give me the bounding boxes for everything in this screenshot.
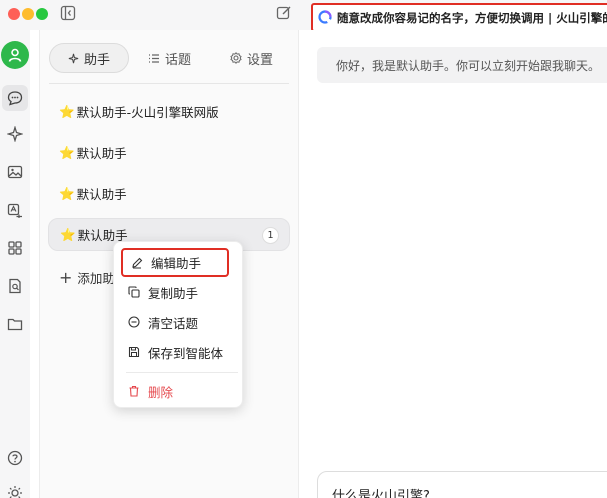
menu-item-label: 保存到智能体 — [148, 345, 224, 361]
conversation-title[interactable]: 随意改成你容易记的名字，方便切换调用 | 火山引擎的DeepSeek-R1 — [311, 3, 607, 32]
sun-icon — [8, 486, 22, 498]
menu-edit-assistant[interactable]: 编辑助手 — [121, 248, 229, 277]
greeting-text: 你好，我是默认助手。你可以立刻开始跟我聊天。 — [336, 58, 601, 73]
gear-icon — [230, 52, 242, 64]
grid-icon — [8, 241, 22, 255]
tab-topics[interactable]: 话题 — [148, 43, 191, 73]
minus-circle-icon — [128, 316, 140, 328]
add-assistant-label: 添加助 — [77, 271, 115, 286]
maximize-window-button[interactable] — [36, 8, 48, 20]
menu-item-label: 清空话题 — [148, 315, 199, 331]
menu-item-label: 复制助手 — [148, 285, 199, 301]
help-icon — [7, 450, 23, 466]
topic-count-badge: 1 — [262, 227, 279, 244]
folder-icon — [7, 318, 23, 331]
chat-input[interactable]: 什么是火山引擎? — [317, 471, 607, 498]
tab-settings-label: 设置 — [247, 52, 274, 68]
user-icon — [8, 48, 22, 62]
trash-icon — [129, 385, 139, 397]
copy-icon — [128, 286, 140, 298]
assistant-item-label: 默认助手 — [76, 187, 127, 202]
list-icon — [149, 53, 159, 63]
sparkle-icon — [68, 53, 79, 63]
assistant-item[interactable]: ⭐ 默认助手 — [48, 136, 290, 169]
assistant-context-menu: 编辑助手 复制助手 清空话题 保存到智能体 删除 — [113, 241, 243, 408]
nav-theme[interactable] — [4, 482, 26, 498]
star-icon: ⭐ — [59, 144, 75, 160]
minimize-window-button[interactable] — [22, 8, 34, 20]
star-icon: ⭐ — [60, 226, 76, 242]
nav-apps[interactable] — [4, 237, 26, 259]
star-icon: ⭐ — [59, 103, 75, 119]
nav-files[interactable] — [4, 313, 26, 335]
model-logo-icon — [318, 10, 332, 24]
panel-tabs: 助手 话题 设置 — [40, 30, 300, 86]
assistant-item[interactable]: ⭐ 默认助手 — [48, 177, 290, 210]
sparkle-icon — [7, 126, 23, 142]
menu-item-label: 删除 — [148, 384, 174, 400]
avatar[interactable] — [1, 41, 29, 69]
nav-chat[interactable] — [2, 85, 28, 111]
assistant-item-label: 默认助手-火山引擎联网版 — [76, 105, 219, 120]
conversation-title-text: 随意改成你容易记的名字，方便切换调用 | 火山引擎的DeepSeek-R1 — [337, 11, 607, 25]
menu-item-label: 编辑助手 — [151, 256, 202, 271]
nav-agents[interactable] — [4, 123, 26, 145]
chat-input-text: 什么是火山引擎? — [332, 489, 430, 498]
document-search-icon — [9, 278, 21, 294]
image-icon — [7, 165, 23, 179]
edit-icon[interactable] — [276, 5, 292, 21]
chat-area: 你好，我是默认助手。你可以立刻开始跟我聊天。 什么是火山引擎? — [300, 30, 607, 498]
menu-save-to-agent[interactable]: 保存到智能体 — [120, 338, 237, 366]
sidebar-toggle-icon[interactable] — [60, 5, 76, 21]
tab-assistant-label: 助手 — [83, 52, 110, 68]
star-icon: ⭐ — [59, 185, 75, 201]
save-icon — [128, 346, 140, 358]
nav-help[interactable] — [4, 447, 26, 469]
nav-translate[interactable] — [4, 200, 26, 222]
assistant-greeting-message: 你好，我是默认助手。你可以立刻开始跟我聊天。 — [317, 47, 607, 83]
assistant-item[interactable]: ⭐ 默认助手-火山引擎联网版 — [48, 95, 290, 128]
nav-images[interactable] — [4, 161, 26, 183]
close-window-button[interactable] — [8, 8, 20, 20]
chat-bubble-icon — [7, 91, 23, 106]
menu-clear-topics[interactable]: 清空话题 — [120, 308, 237, 336]
menu-copy-assistant[interactable]: 复制助手 — [120, 278, 237, 306]
add-assistant-button[interactable]: + 添加助 — [59, 268, 115, 287]
title-bar: 随意改成你容易记的名字，方便切换调用 | 火山引擎的DeepSeek-R1 — [0, 0, 607, 32]
assistant-item-label: 默认助手 — [76, 146, 127, 161]
translate-icon — [7, 203, 22, 218]
divider — [49, 83, 289, 84]
nav-knowledge[interactable] — [4, 275, 26, 297]
tab-assistant[interactable]: 助手 — [49, 43, 129, 73]
plus-icon: + — [59, 268, 73, 287]
pencil-icon — [132, 257, 143, 268]
icon-rail — [0, 30, 30, 498]
tab-settings[interactable]: 设置 — [230, 43, 273, 73]
tab-topics-label: 话题 — [165, 52, 192, 68]
menu-divider — [126, 372, 238, 373]
menu-delete-assistant[interactable]: 删除 — [120, 377, 237, 405]
